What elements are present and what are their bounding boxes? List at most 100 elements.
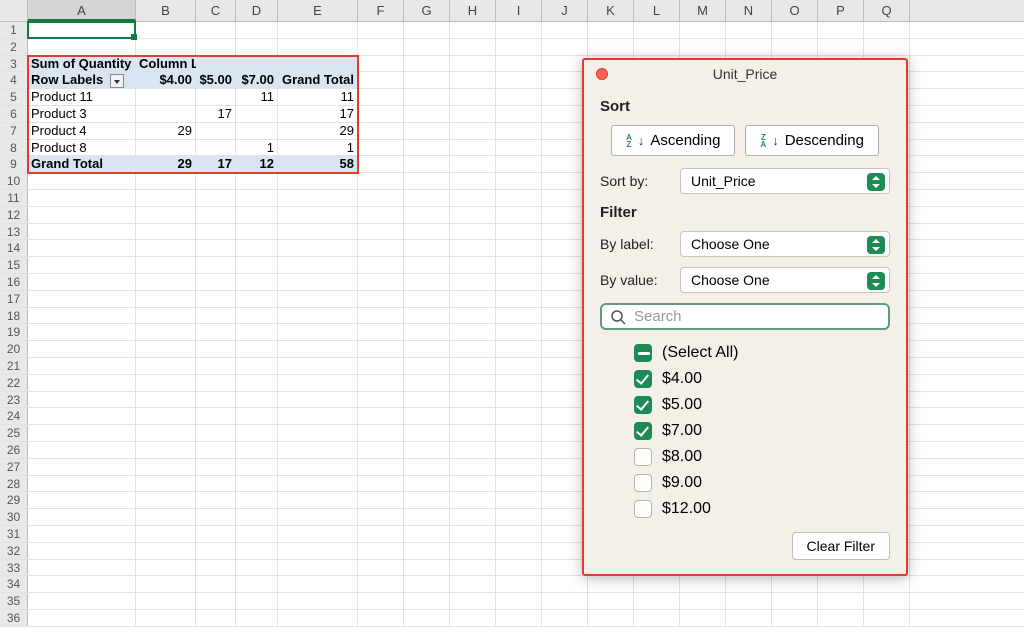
checkbox-icon[interactable] [634, 474, 652, 492]
checkbox-checked-icon[interactable] [634, 422, 652, 440]
cell[interactable] [588, 593, 634, 609]
cell[interactable] [450, 190, 496, 206]
cell[interactable] [358, 324, 404, 340]
cell[interactable] [358, 106, 404, 122]
cell[interactable] [496, 123, 542, 139]
cell[interactable] [404, 358, 450, 374]
checkbox-icon[interactable] [634, 448, 652, 466]
cell[interactable]: 11 [236, 89, 278, 105]
cell[interactable] [450, 22, 496, 38]
cell[interactable] [196, 358, 236, 374]
cell[interactable] [404, 442, 450, 458]
cell[interactable] [496, 560, 542, 576]
cell[interactable] [136, 39, 196, 55]
cell[interactable] [726, 22, 772, 38]
cell[interactable] [358, 257, 404, 273]
row-header[interactable]: 18 [0, 308, 28, 324]
cell[interactable] [496, 224, 542, 240]
cell[interactable] [542, 610, 588, 626]
cell[interactable] [196, 291, 236, 307]
cell[interactable] [236, 257, 278, 273]
cell[interactable] [450, 459, 496, 475]
cell[interactable] [404, 240, 450, 256]
cell[interactable] [358, 89, 404, 105]
cell[interactable] [28, 526, 136, 542]
cell[interactable] [278, 375, 358, 391]
cell[interactable] [278, 22, 358, 38]
cell[interactable] [404, 392, 450, 408]
cell[interactable] [136, 560, 196, 576]
cell[interactable] [358, 560, 404, 576]
cell[interactable] [28, 274, 136, 290]
cell[interactable] [196, 459, 236, 475]
cell[interactable] [496, 72, 542, 88]
cell[interactable]: 1 [278, 140, 358, 156]
cell[interactable] [634, 22, 680, 38]
cell[interactable] [236, 291, 278, 307]
cell[interactable] [278, 308, 358, 324]
row-header[interactable]: 26 [0, 442, 28, 458]
cell[interactable] [278, 442, 358, 458]
cell[interactable] [496, 341, 542, 357]
cell[interactable] [450, 610, 496, 626]
cell[interactable]: 12 [236, 156, 278, 172]
cell[interactable] [450, 291, 496, 307]
cell[interactable] [450, 207, 496, 223]
cell[interactable] [404, 89, 450, 105]
cell[interactable] [236, 173, 278, 189]
cell[interactable]: Product 4 [28, 123, 136, 139]
cell[interactable] [496, 610, 542, 626]
cell[interactable] [634, 576, 680, 592]
cell[interactable] [450, 492, 496, 508]
cell[interactable] [404, 123, 450, 139]
cell[interactable] [236, 123, 278, 139]
cell[interactable] [278, 324, 358, 340]
select-all-corner[interactable] [0, 0, 28, 21]
cell[interactable] [136, 89, 196, 105]
cell[interactable] [136, 358, 196, 374]
col-header-G[interactable]: G [404, 0, 450, 21]
row-header[interactable]: 6 [0, 106, 28, 122]
cell[interactable] [358, 576, 404, 592]
cell[interactable]: 58 [278, 156, 358, 172]
cell[interactable] [404, 576, 450, 592]
cell[interactable] [278, 408, 358, 424]
row-header[interactable]: 11 [0, 190, 28, 206]
cell[interactable] [450, 240, 496, 256]
cell[interactable] [818, 576, 864, 592]
cell[interactable] [28, 392, 136, 408]
cell[interactable] [680, 593, 726, 609]
cell[interactable] [236, 39, 278, 55]
cell[interactable] [450, 476, 496, 492]
cell[interactable] [136, 308, 196, 324]
cell[interactable] [496, 392, 542, 408]
cell[interactable] [136, 509, 196, 525]
cell[interactable] [358, 492, 404, 508]
cell[interactable] [136, 610, 196, 626]
cell[interactable] [236, 610, 278, 626]
cell[interactable] [818, 593, 864, 609]
cell[interactable] [28, 610, 136, 626]
cell[interactable] [136, 190, 196, 206]
filter-item[interactable]: $8.00 [634, 448, 890, 466]
cell[interactable] [278, 173, 358, 189]
cell[interactable] [450, 156, 496, 172]
cell[interactable] [496, 190, 542, 206]
cell[interactable]: $7.00 [236, 72, 278, 88]
cell[interactable] [136, 375, 196, 391]
cell[interactable] [772, 22, 818, 38]
cell[interactable] [404, 593, 450, 609]
cell[interactable] [450, 106, 496, 122]
cell[interactable] [772, 593, 818, 609]
cell[interactable]: 17 [196, 156, 236, 172]
col-header-C[interactable]: C [196, 0, 236, 21]
cell[interactable] [634, 610, 680, 626]
cell[interactable] [404, 72, 450, 88]
cell[interactable] [358, 123, 404, 139]
cell[interactable]: Row Labels [28, 72, 136, 88]
cell[interactable] [236, 560, 278, 576]
cell[interactable] [496, 257, 542, 273]
cell[interactable] [358, 509, 404, 525]
cell[interactable] [450, 425, 496, 441]
filter-search-wrap[interactable] [600, 303, 890, 330]
